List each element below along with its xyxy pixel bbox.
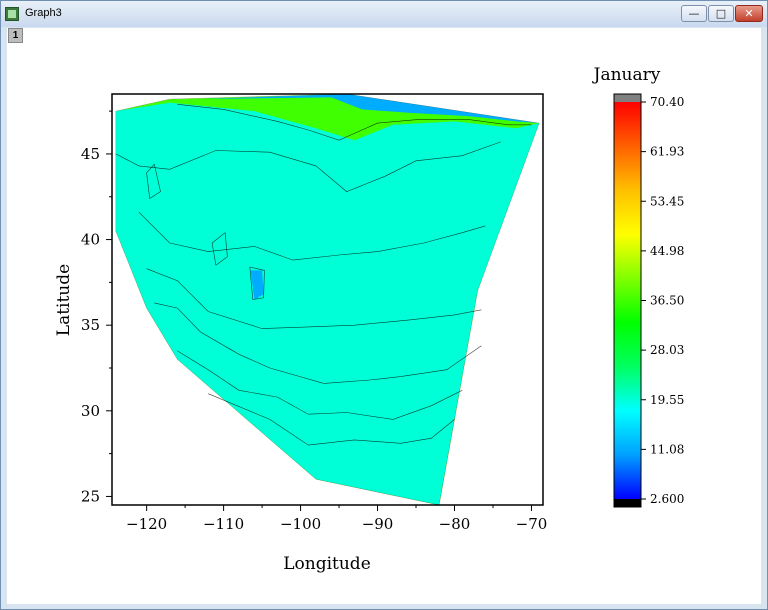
x-tick-label: −90 xyxy=(362,515,394,533)
colorbar-tick-label: 53.45 xyxy=(650,194,684,208)
graph-canvas[interactable]: −120 −110 −100 −90 −80 −70 25 30 35 40 45 Longitu… xyxy=(7,28,761,604)
contour-chart: −120 −110 −100 −90 −80 −70 25 30 35 40 45 Longitu… xyxy=(54,65,684,574)
minimize-button[interactable]: — xyxy=(681,5,707,22)
colorbar-tick-label: 36.50 xyxy=(650,294,684,308)
y-axis: 25 30 35 40 45 xyxy=(81,110,112,505)
colorbar-gradient xyxy=(614,102,641,499)
x-tick-label: −80 xyxy=(439,515,471,533)
colorbar-tick-label: 44.98 xyxy=(650,244,684,258)
graph-window: Graph3 — □ ✕ −120 −110 −100 −90 −80 −70 25 30 3… xyxy=(0,0,768,610)
y-axis-label: Latitude xyxy=(54,264,74,336)
colorbar-tick-label: 19.55 xyxy=(650,393,684,407)
y-tick-label: 25 xyxy=(81,487,100,505)
graph-window-icon xyxy=(5,7,19,21)
color-scale: 70.40 61.93 53.45 44.98 36.50 28.03 19.55 11.08… xyxy=(613,93,684,508)
y-tick-label: 30 xyxy=(81,402,100,420)
contour-bands xyxy=(115,94,540,505)
colorbar-underflow-swatch xyxy=(614,499,641,507)
y-tick-label: 40 xyxy=(81,231,100,249)
maximize-button[interactable]: □ xyxy=(708,5,734,22)
title-bar[interactable]: Graph3 — □ ✕ xyxy=(1,1,767,27)
colorbar-tick-label: 11.08 xyxy=(650,442,684,456)
x-axis: −120 −110 −100 −90 −80 −70 xyxy=(126,505,547,533)
x-tick-label: −110 xyxy=(203,515,244,533)
colorbar-tick-label: 2.600 xyxy=(650,492,684,506)
layer-1-tab[interactable]: 1 xyxy=(8,28,23,43)
x-tick-label: −70 xyxy=(516,515,548,533)
window-title: Graph3 xyxy=(25,7,62,19)
colorbar-tick-label: 28.03 xyxy=(650,343,684,357)
x-tick-label: −100 xyxy=(280,515,321,533)
close-button[interactable]: ✕ xyxy=(735,5,763,22)
colorbar-overflow-swatch xyxy=(614,94,641,102)
colorbar-tick-label: 61.93 xyxy=(650,145,684,159)
y-tick-label: 35 xyxy=(81,316,100,334)
x-axis-label: Longitude xyxy=(283,554,371,574)
contour-band-10 xyxy=(115,102,540,505)
x-tick-label: −120 xyxy=(126,515,167,533)
colorbar-tick-label: 70.40 xyxy=(650,95,684,109)
chart-title: January xyxy=(592,65,661,85)
y-tick-label: 45 xyxy=(81,145,100,163)
